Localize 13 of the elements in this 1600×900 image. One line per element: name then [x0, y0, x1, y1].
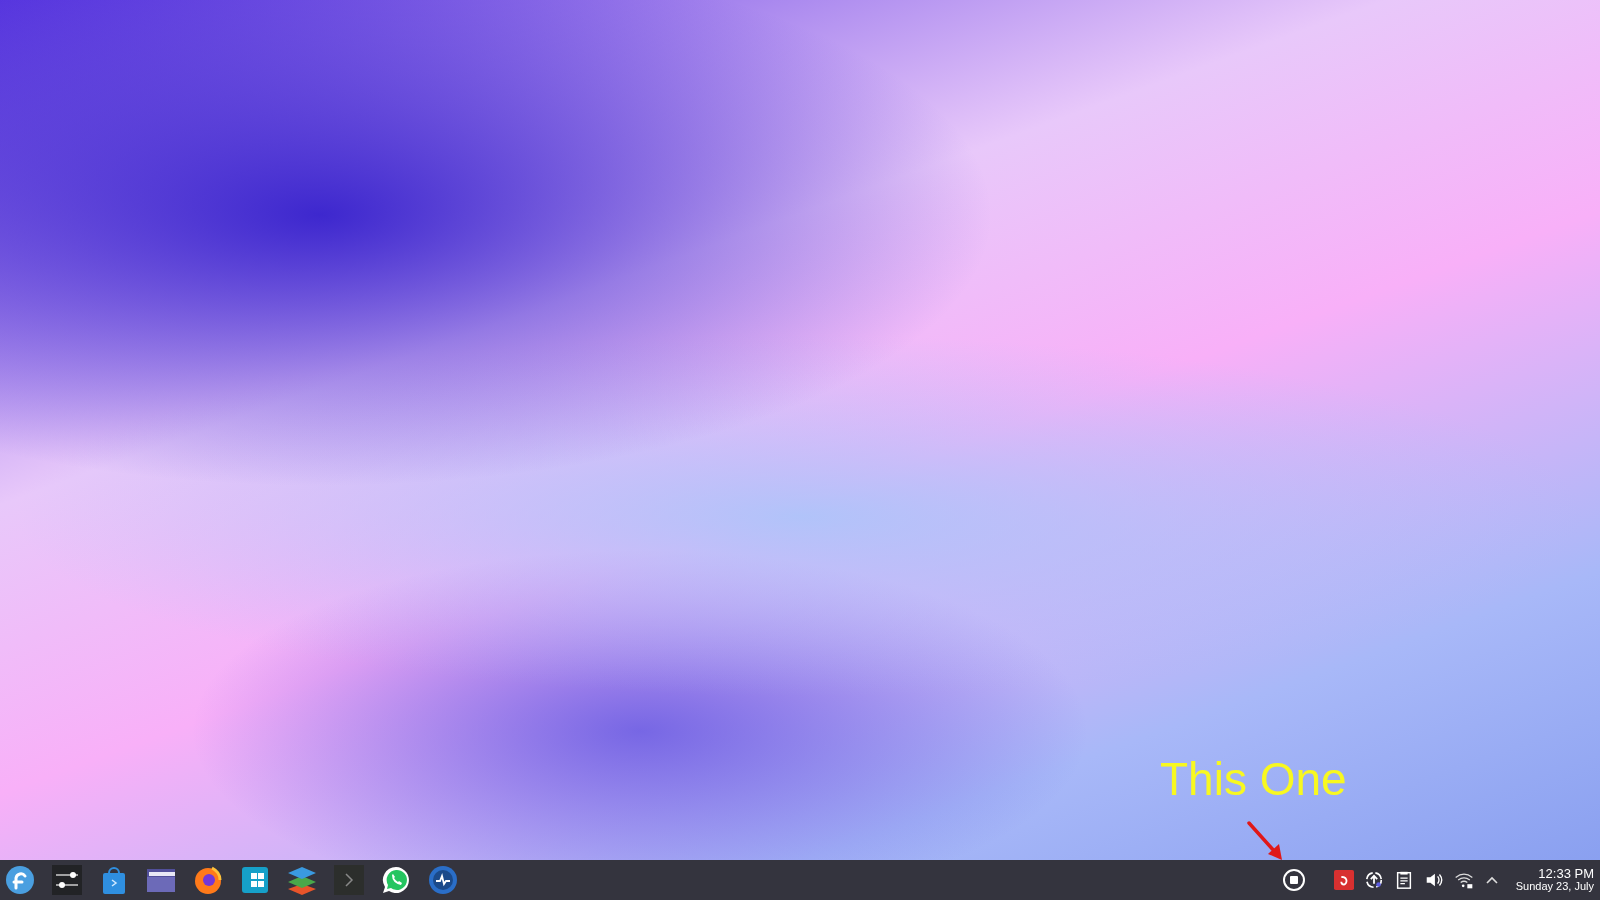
firefox-icon[interactable] — [192, 864, 224, 896]
grid-window-icon[interactable] — [239, 864, 271, 896]
stop-icon[interactable] — [1281, 868, 1306, 892]
clock-time[interactable]: 12:33 PM — [1538, 867, 1594, 882]
swirl-app-icon[interactable] — [1333, 870, 1354, 890]
clock-date[interactable]: Sunday 23, July — [1515, 881, 1594, 893]
pulse-monitor-icon[interactable] — [427, 864, 459, 896]
update-icon[interactable] — [1363, 870, 1384, 890]
fedora-logo-icon[interactable] — [4, 864, 36, 896]
sliders-icon[interactable] — [51, 864, 83, 896]
chat-phone-icon[interactable] — [380, 864, 412, 896]
annotation-text: This One — [1160, 756, 1347, 802]
layers-icon[interactable] — [286, 864, 318, 896]
